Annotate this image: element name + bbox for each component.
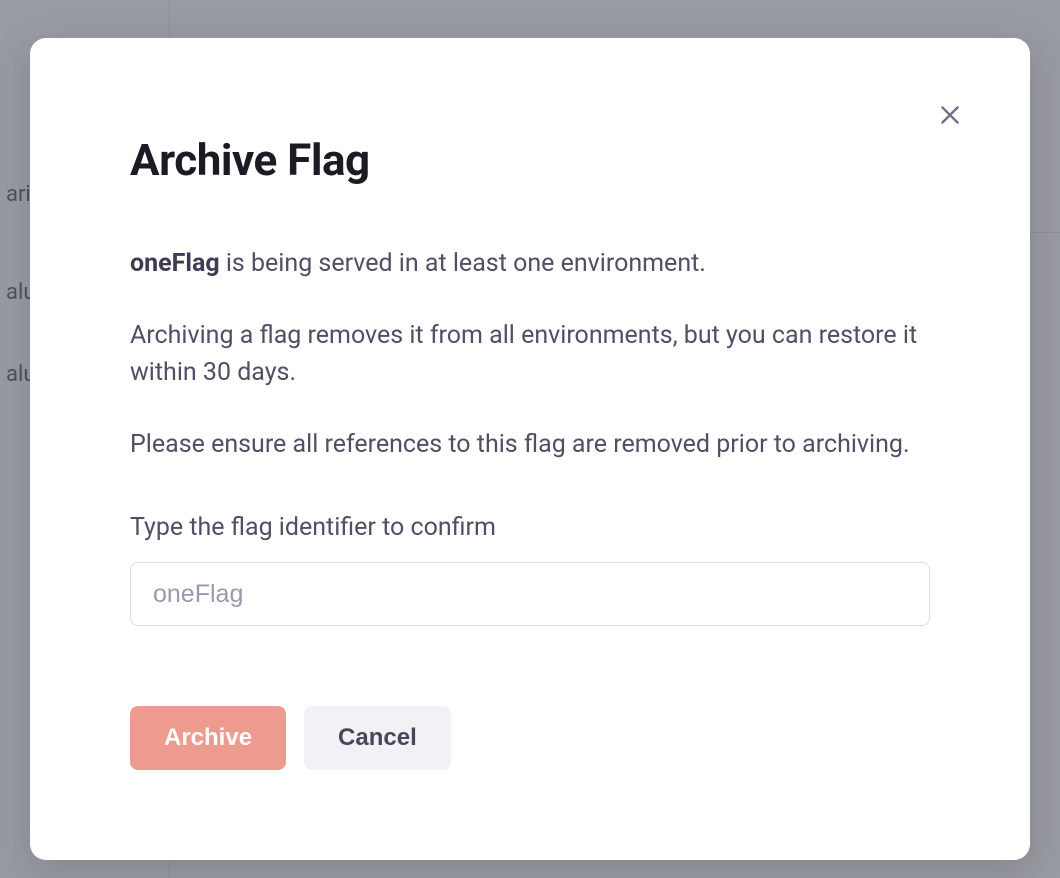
- modal-message-2: Archiving a flag removes it from all env…: [130, 318, 930, 391]
- close-icon: [937, 102, 963, 131]
- modal-overlay: Archive Flag oneFlag is being served in …: [0, 0, 1060, 878]
- confirm-identifier-input[interactable]: [130, 562, 930, 626]
- modal-actions: Archive Cancel: [130, 706, 930, 770]
- modal-message-1-suffix: is being served in at least one environm…: [220, 249, 706, 278]
- confirm-input-label: Type the flag identifier to confirm: [130, 513, 930, 542]
- modal-message-1: oneFlag is being served in at least one …: [130, 246, 930, 282]
- archive-flag-modal: Archive Flag oneFlag is being served in …: [30, 38, 1030, 860]
- archive-button[interactable]: Archive: [130, 706, 286, 770]
- modal-message-3: Please ensure all references to this fla…: [130, 427, 930, 463]
- close-button[interactable]: [932, 98, 968, 134]
- cancel-button[interactable]: Cancel: [304, 706, 451, 770]
- modal-title: Archive Flag: [130, 134, 930, 186]
- modal-body: oneFlag is being served in at least one …: [130, 246, 930, 626]
- flag-name-text: oneFlag: [130, 249, 220, 278]
